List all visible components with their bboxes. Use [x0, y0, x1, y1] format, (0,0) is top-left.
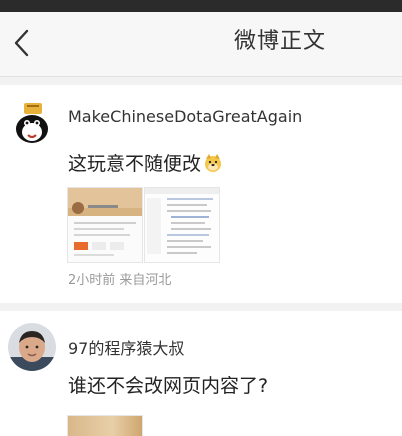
devtools-thumbnail-image — [145, 188, 219, 262]
avatar[interactable] — [8, 323, 56, 371]
comment-item: MakeChineseDotaGreatAgain 这玩意不随便改 2小时前 来… — [0, 85, 402, 303]
navigation-bar: 微博正文 — [0, 12, 402, 77]
status-bar — [0, 0, 402, 12]
comment-text-body: 这玩意不随便改 — [68, 153, 202, 175]
comment-source: 来自河北 — [119, 273, 172, 288]
avatar-image — [8, 99, 56, 147]
comment-meta: 2小时前 来自河北 — [68, 269, 171, 288]
screenshot-thumbnail-image — [68, 188, 142, 262]
image-thumbnail[interactable] — [67, 415, 143, 436]
comment-separator — [0, 303, 402, 311]
image-thumbnail[interactable] — [144, 187, 220, 263]
username[interactable]: 97的程序猿大叔 — [68, 335, 184, 359]
page-title: 微博正文 — [233, 29, 326, 54]
username[interactable]: MakeChineseDotaGreatAgain — [68, 107, 302, 126]
chevron-left-icon — [14, 29, 29, 57]
comment-item: 97的程序猿大叔 谁还不会改网页内容了? — [0, 311, 402, 436]
comment-text: 谁还不会改网页内容了? — [68, 375, 269, 397]
doge-emoji-icon — [205, 154, 222, 172]
comment-text: 这玩意不随便改 — [68, 149, 223, 176]
section-divider — [0, 77, 402, 85]
avatar[interactable] — [8, 99, 56, 147]
avatar-image — [8, 323, 56, 371]
comment-time: 2小时前 — [68, 273, 116, 288]
image-thumbnail[interactable] — [67, 187, 143, 263]
back-button[interactable] — [6, 26, 38, 60]
